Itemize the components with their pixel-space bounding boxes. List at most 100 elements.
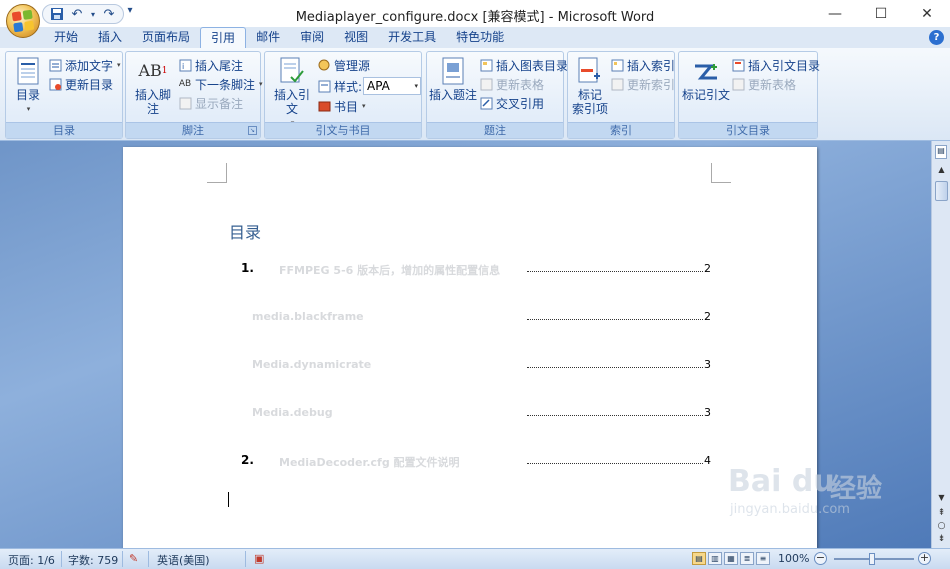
zoom-out-icon[interactable]: − (814, 552, 827, 565)
toc-entry[interactable]: 1. FFMPEG 5-6 版本后，增加的属性配置信息 2 (229, 261, 711, 277)
group-label-index: 索引 (568, 122, 674, 138)
add-text-button[interactable]: 添加文字 ▾ (48, 56, 121, 74)
mark-citation-button[interactable]: 标记引文 (681, 56, 731, 102)
toc-entry[interactable]: Media.dynamicrate 3 (229, 357, 711, 373)
select-browse-object-icon[interactable]: ○ (932, 520, 950, 532)
toc-entry-text: Media.dynamicrate (252, 358, 372, 371)
toc-leader-dots (527, 358, 703, 368)
chevron-down-icon: ▾ (414, 82, 418, 90)
insert-toa-button[interactable]: 插入引文目录 (731, 56, 820, 74)
close-button[interactable]: ✕ (904, 0, 950, 27)
watermark-url: jingyan.baidu.com (730, 502, 850, 517)
insert-caption-label: 插入题注 (429, 88, 478, 102)
office-button[interactable] (6, 4, 40, 38)
tab-page-layout[interactable]: 页面布局 (132, 27, 200, 48)
manage-sources-button[interactable]: 管理源 (317, 56, 370, 74)
scroll-down-arrow-icon[interactable]: ▼ (932, 491, 950, 505)
toc-entry-page: 3 (704, 406, 711, 419)
scroll-thumb[interactable] (935, 181, 948, 201)
zoom-level[interactable]: 100% (778, 552, 809, 565)
macro-record-icon[interactable]: ▣ (254, 552, 264, 565)
draft-view-icon[interactable]: ≡ (756, 552, 770, 565)
show-notes-icon (178, 96, 192, 110)
next-page-icon[interactable]: ⇟ (932, 533, 950, 545)
toc-entry-page: 4 (704, 454, 711, 467)
insert-table-of-figures-button[interactable]: 插入图表目录 (479, 56, 568, 74)
tab-home[interactable]: 开始 (44, 27, 88, 48)
window-controls: — ☐ ✕ (812, 0, 950, 27)
insert-caption-button[interactable]: 插入题注 (429, 56, 477, 102)
toc-leader-dots (527, 406, 703, 416)
toc-entry[interactable]: media.blackframe 2 (229, 309, 711, 325)
page-count[interactable]: 页面: 1/6 (8, 552, 55, 568)
previous-page-icon[interactable]: ⇞ (932, 507, 950, 519)
style-select[interactable]: APA ▾ (363, 77, 421, 95)
full-screen-reading-view-icon[interactable]: ▥ (708, 552, 722, 565)
mark-entry-label: 标记 索引项 (571, 88, 608, 116)
zoom-in-icon[interactable]: + (918, 552, 931, 565)
outline-view-icon[interactable]: ≣ (740, 552, 754, 565)
tab-insert[interactable]: 插入 (88, 27, 132, 48)
insert-citation-label: 插入引文 (273, 88, 310, 116)
zoom-slider-thumb[interactable] (869, 553, 875, 565)
update-table-button[interactable]: 更新表格 (479, 75, 544, 93)
toc-leader-dots (527, 454, 703, 464)
cross-reference-button[interactable]: 交叉引用 (479, 94, 544, 112)
word-count[interactable]: 字数: 759 (68, 552, 118, 568)
update-table-label: 更新表格 (496, 77, 545, 92)
mark-entry-button[interactable]: 标记 索引项 (570, 56, 610, 116)
bibliography-button[interactable]: 书目 ▾ (317, 97, 366, 115)
view-ruler-icon[interactable]: ▤ (935, 145, 947, 159)
add-text-label: 添加文字 (65, 58, 114, 73)
insert-index-label: 插入索引 (627, 58, 676, 73)
tab-review[interactable]: 审阅 (290, 27, 334, 48)
group-label-citations: 引文与书目 (265, 122, 421, 138)
insert-footnote-button[interactable]: AB 1 插入脚注 (130, 56, 176, 117)
insert-toa-label: 插入引文目录 (748, 58, 821, 73)
divider (245, 551, 246, 567)
show-notes-button[interactable]: 显示备注 (178, 94, 243, 112)
help-icon[interactable]: ? (929, 30, 944, 45)
scroll-up-arrow-icon[interactable]: ▲ (932, 163, 950, 177)
tab-developer[interactable]: 开发工具 (378, 27, 446, 48)
minimize-button[interactable]: — (812, 0, 858, 27)
dialog-launcher-icon[interactable]: ↘ (248, 126, 257, 135)
tab-view[interactable]: 视图 (334, 27, 378, 48)
toc-leader-dots (527, 262, 703, 272)
divider (61, 551, 62, 567)
chevron-down-icon: ▾ (26, 105, 31, 113)
status-bar: 页面: 1/6 字数: 759 ✎ 英语(美国) ▣ ▤ ▥ ▦ ≣ ≡ 100… (0, 548, 950, 569)
insert-citation-button[interactable]: 插入引文 ▾ (269, 56, 315, 130)
update-index-icon (610, 77, 624, 91)
maximize-button[interactable]: ☐ (858, 0, 904, 27)
toc-entry-text: Media.debug (252, 406, 333, 419)
manage-sources-icon (317, 58, 331, 72)
update-toa-button[interactable]: 更新表格 (731, 75, 796, 93)
chevron-down-icon: ▾ (117, 61, 121, 69)
next-footnote-button[interactable]: AB 下一条脚注 ▾ (178, 75, 263, 93)
toc-entry-text: FFMPEG 5-6 版本后，增加的属性配置信息 (279, 264, 501, 277)
insert-index-button[interactable]: 插入索引 (610, 56, 675, 74)
web-layout-view-icon[interactable]: ▦ (724, 552, 738, 565)
update-toc-button[interactable]: 更新目录 (48, 75, 113, 93)
language-indicator[interactable]: 英语(美国) (157, 552, 210, 568)
toc-button[interactable]: 目录 ▾ (10, 56, 46, 116)
mark-citation-label: 标记引文 (681, 88, 730, 102)
style-select-value: APA (367, 79, 390, 93)
group-toa: 标记引文 插入引文目录 更新表格 引文目录 (678, 51, 820, 139)
vertical-scrollbar[interactable]: ▤ ▲ ▼ ⇞ ○ ⇟ (931, 141, 950, 548)
insert-endnote-button[interactable]: i 插入尾注 (178, 56, 243, 74)
print-layout-view-icon[interactable]: ▤ (692, 552, 706, 565)
tab-special-features[interactable]: 特色功能 (446, 27, 514, 48)
manage-sources-label: 管理源 (334, 58, 371, 73)
tab-mailings[interactable]: 邮件 (246, 27, 290, 48)
office-logo-icon (11, 9, 35, 33)
tab-references[interactable]: 引用 (200, 27, 247, 48)
toc-entry[interactable]: 2. MediaDecoder.cfg 配置文件说明 4 (229, 453, 711, 469)
group-label-footnotes: 脚注 (126, 122, 260, 138)
toc-entry[interactable]: Media.debug 3 (229, 405, 711, 421)
update-toc-label: 更新目录 (65, 77, 114, 92)
proofing-icon[interactable]: ✎ (129, 552, 138, 565)
document-page[interactable]: 目录 1. FFMPEG 5-6 版本后，增加的属性配置信息 2 media.b… (123, 147, 817, 548)
update-index-button[interactable]: 更新索引 (610, 75, 675, 93)
